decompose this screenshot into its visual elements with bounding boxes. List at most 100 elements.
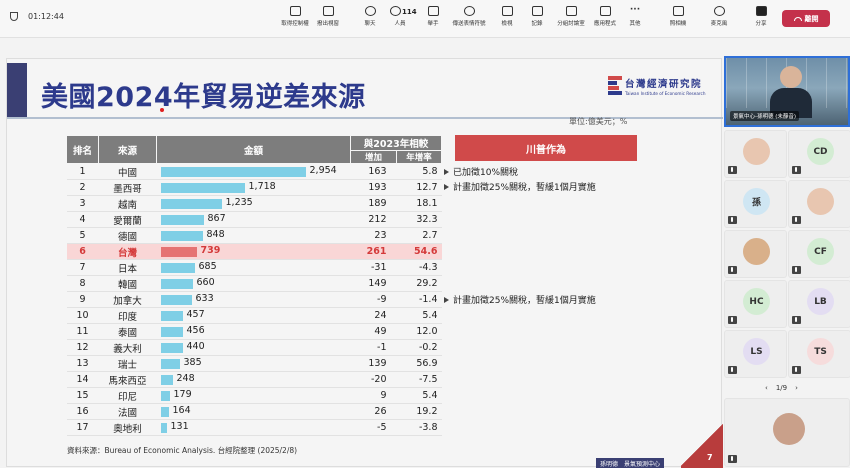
amount-bar <box>160 199 222 209</box>
mic-off-icon <box>713 6 725 16</box>
participant-tile[interactable]: HC <box>724 280 787 328</box>
chevron-left-icon[interactable]: ‹ <box>765 384 768 392</box>
raise-hand-button[interactable]: 舉手 <box>413 6 453 27</box>
notes-icon <box>531 6 543 16</box>
triangle-bullet-icon <box>444 168 449 175</box>
tier-logo: 台灣經濟研究院 Taiwan Institute of Economic Res… <box>608 76 714 98</box>
leave-button[interactable]: 離開 <box>782 10 830 27</box>
rank-cell: 15 <box>66 387 99 404</box>
data-source: 資料來源：Bureau of Economic Analysis. 台經院整理 … <box>67 446 298 455</box>
amount-value: 685 <box>198 261 217 272</box>
mic-off-icon <box>792 316 801 324</box>
participant-tile[interactable]: LB <box>788 280 850 328</box>
participant-avatar: 孫 <box>743 188 770 215</box>
mic-off-icon <box>792 166 801 174</box>
participant-tile[interactable]: 孫 <box>724 180 787 228</box>
table-row: 2 墨西哥 1,718 193 12.7 <box>66 179 442 196</box>
country-cell: 瑞士 <box>98 355 157 372</box>
country-cell: 義大利 <box>98 339 157 356</box>
participant-tile[interactable]: LS <box>724 330 787 378</box>
amount-value: 440 <box>186 341 205 352</box>
amount-cell: 131 <box>156 419 351 436</box>
country-cell: 奧地利 <box>98 419 157 436</box>
growth-cell: -1.4 <box>396 291 442 308</box>
growth-cell: 5.4 <box>396 387 442 404</box>
amount-cell: 1,235 <box>156 195 351 212</box>
amount-value: 2,954 <box>309 165 337 176</box>
mic-off-icon <box>792 216 801 224</box>
header-rank: 排名 <box>66 135 99 164</box>
growth-cell: -3.8 <box>396 419 442 436</box>
mic-button[interactable]: 麥克風 <box>699 6 739 27</box>
page-number: 7 <box>707 453 713 462</box>
participant-tile[interactable] <box>788 180 850 228</box>
increase-cell: -31 <box>350 259 397 276</box>
table-row: 5 德國 848 23 2.7 <box>66 227 442 244</box>
share-button[interactable]: 分享 <box>741 6 781 27</box>
participant-tile[interactable]: CF <box>788 230 850 278</box>
growth-cell: 29.2 <box>396 275 442 292</box>
increase-cell: -9 <box>350 291 397 308</box>
country-cell: 印度 <box>98 307 157 324</box>
participant-avatar: TS <box>807 338 834 365</box>
header-amount: 金額 <box>156 135 351 164</box>
raise-hand-icon <box>427 6 439 16</box>
page-corner <box>681 422 723 468</box>
amount-bar <box>160 343 183 353</box>
note-text: 已加徵10%關稅 <box>453 168 519 178</box>
note-canada: 計畫加徵25%關稅，暫緩1個月實施 <box>444 293 596 306</box>
presenter-video[interactable]: 景氣中心-孫明德 (未靜音) <box>724 56 850 127</box>
participant-tile[interactable] <box>724 230 787 278</box>
country-cell: 韓國 <box>98 275 157 292</box>
self-view-tile[interactable] <box>724 398 850 467</box>
more-icon: ··· <box>629 5 641 15</box>
country-cell: 德國 <box>98 227 157 244</box>
amount-cell: 440 <box>156 339 351 356</box>
laser-pointer <box>160 108 164 112</box>
country-cell: 墨西哥 <box>98 179 157 196</box>
chevron-right-icon[interactable]: › <box>795 384 798 392</box>
control-icon <box>289 6 301 16</box>
country-cell: 泰國 <box>98 323 157 340</box>
increase-cell: 212 <box>350 211 397 228</box>
increase-cell: -20 <box>350 371 397 388</box>
rank-cell: 7 <box>66 259 99 276</box>
more-button[interactable]: ··· 其他 <box>615 5 655 28</box>
amount-bar <box>160 391 170 401</box>
growth-cell: 5.8 <box>396 163 442 180</box>
amount-value: 179 <box>173 389 192 400</box>
rank-cell: 1 <box>66 163 99 180</box>
mic-off-icon <box>728 166 737 174</box>
amount-cell: 456 <box>156 323 351 340</box>
country-cell: 台灣 <box>98 243 157 260</box>
amount-bar <box>160 359 180 369</box>
growth-cell: 19.2 <box>396 403 442 420</box>
amount-value: 131 <box>170 421 189 432</box>
growth-cell: 54.6 <box>396 243 442 260</box>
rank-cell: 9 <box>66 291 99 308</box>
table-row: 14 馬來西亞 248 -20 -7.5 <box>66 371 442 388</box>
breakout-icon <box>565 6 577 16</box>
rank-cell: 16 <box>66 403 99 420</box>
increase-cell: 49 <box>350 323 397 340</box>
popout-button[interactable]: 撥出視窗 <box>308 6 348 27</box>
phone-icon <box>793 16 802 21</box>
slide-title: 美國2024年貿易逆差來源 <box>41 82 366 113</box>
participant-tile[interactable] <box>724 130 787 178</box>
header-growth: 年增率 <box>396 150 442 164</box>
amount-cell: 685 <box>156 259 351 276</box>
amount-cell: 660 <box>156 275 351 292</box>
participant-avatar <box>743 238 770 265</box>
mic-off-icon <box>728 216 737 224</box>
tier-logo-icon <box>608 76 622 95</box>
participant-tile[interactable]: CD <box>788 130 850 178</box>
rank-cell: 2 <box>66 179 99 196</box>
amount-bar <box>160 311 183 321</box>
table-row: 7 日本 685 -31 -4.3 <box>66 259 442 276</box>
increase-cell: 261 <box>350 243 397 260</box>
amount-bar <box>160 327 183 337</box>
emoji-button[interactable]: 傳送表情符號 <box>449 6 489 27</box>
table-row: 4 愛爾蘭 867 212 32.3 <box>66 211 442 228</box>
participant-tile[interactable]: TS <box>788 330 850 378</box>
camera-button[interactable]: 照相機 <box>658 6 698 27</box>
